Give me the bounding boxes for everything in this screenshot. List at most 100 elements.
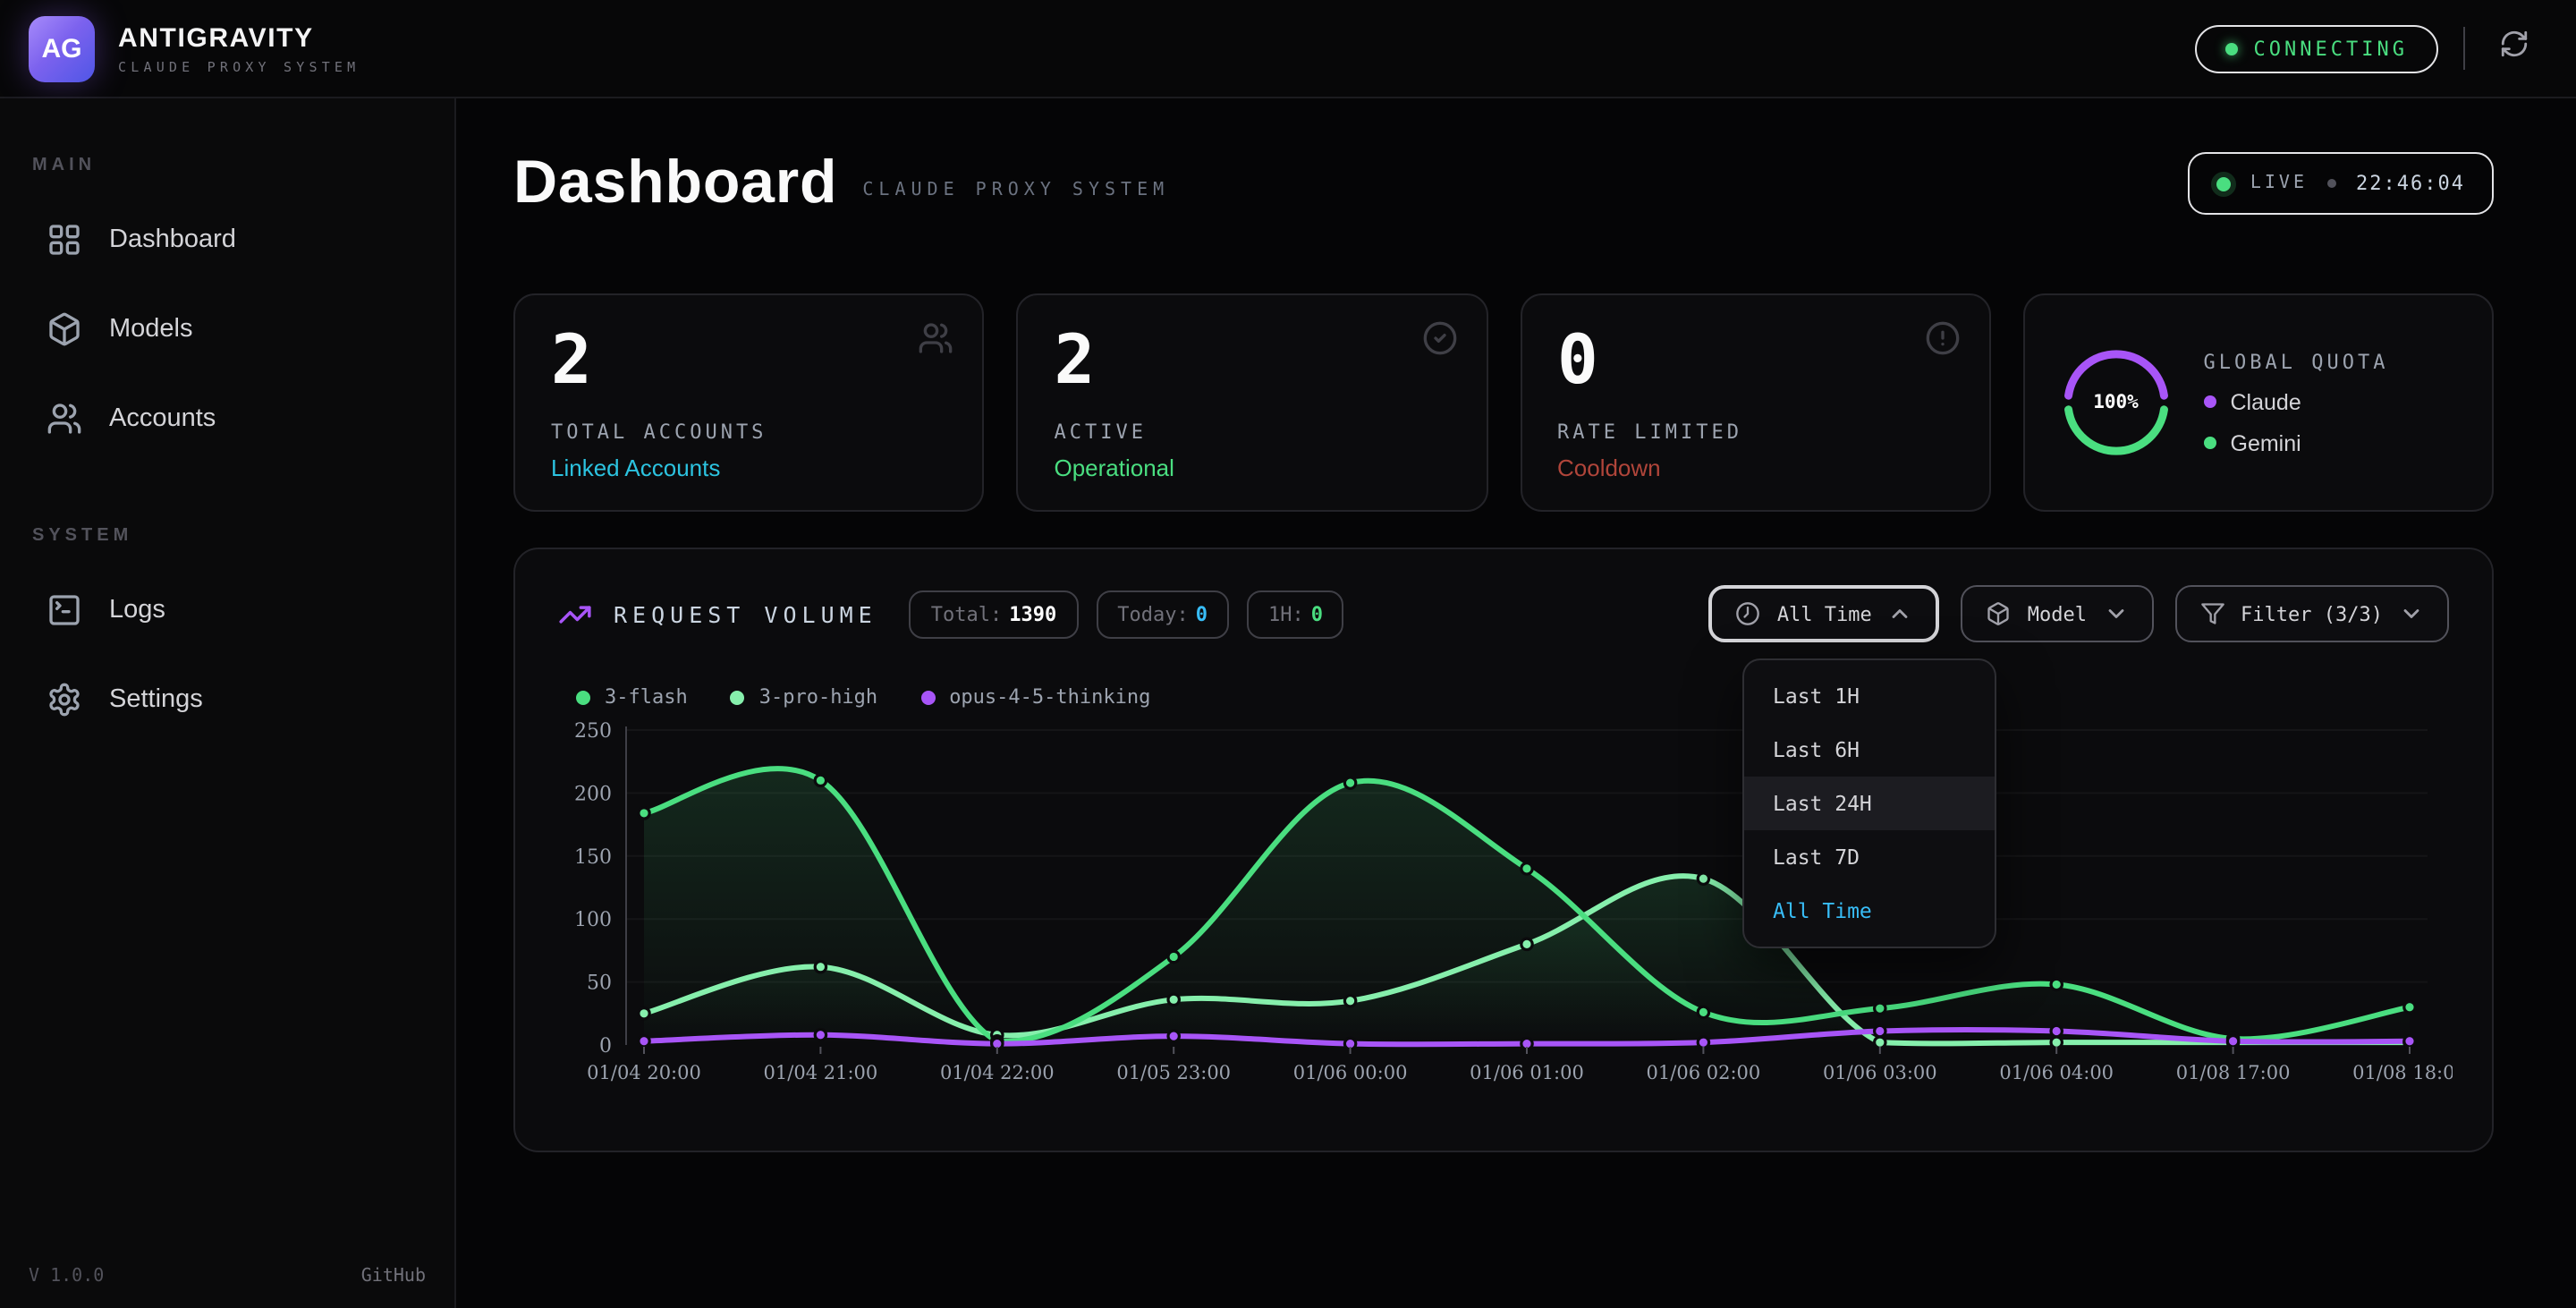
stat-value: 0	[1557, 324, 1953, 399]
model-dropdown-button[interactable]: Model	[1962, 585, 2153, 642]
sidebar-section-system: SYSTEM	[32, 526, 426, 546]
sidebar-item-accounts[interactable]: Accounts	[29, 379, 426, 458]
app-logo: AG	[29, 15, 95, 81]
status-label: CONNECTING	[2254, 37, 2408, 60]
main-content: Dashboard CLAUDE PROXY SYSTEM LIVE 22:46…	[456, 98, 2576, 1308]
top-header: AG ANTIGRAVITY CLAUDE PROXY SYSTEM CONNE…	[0, 0, 2576, 98]
app-subtitle: CLAUDE PROXY SYSTEM	[118, 58, 360, 74]
stat-sub: Operational	[1055, 454, 1451, 481]
request-volume-panel: REQUEST VOLUME Total:1390 Today:0 1H:0	[513, 548, 2494, 1152]
chip-label: Total:	[931, 602, 1003, 625]
gear-icon	[47, 682, 82, 718]
claude-dot	[2204, 395, 2216, 408]
total-chip: Total: 1390	[910, 590, 1079, 638]
chevron-up-icon	[1888, 601, 1913, 626]
series-dot	[731, 690, 745, 704]
quota-percent: 100%	[2061, 347, 2172, 458]
app-root: AG ANTIGRAVITY CLAUDE PROXY SYSTEM CONNE…	[0, 0, 2576, 1308]
sidebar-item-label: Dashboard	[109, 225, 236, 254]
live-separator-dot	[2327, 179, 2336, 188]
series-label: opus-4-5-thinking	[949, 685, 1150, 709]
users-icon	[47, 401, 82, 437]
chip-label: 1H:	[1268, 602, 1304, 625]
svg-text:01/06 01:00: 01/06 01:00	[1470, 1062, 1584, 1083]
chip-value: 1390	[1009, 602, 1056, 625]
clock-icon	[1736, 601, 1761, 626]
time-range-value: All Time	[1777, 602, 1872, 625]
users-icon	[919, 320, 954, 356]
card-total-accounts: 2 TOTAL ACCOUNTS Linked Accounts	[513, 293, 985, 512]
sidebar-item-label: Models	[109, 315, 193, 344]
today-chip: Today: 0	[1096, 590, 1229, 638]
stat-value: 2	[1055, 324, 1451, 399]
app-version: V 1.0.0	[29, 1267, 104, 1287]
refresh-button[interactable]	[2490, 25, 2537, 72]
dropdown-option-last-7d[interactable]: Last 7D	[1744, 830, 1995, 884]
time-range-dropdown-button[interactable]: All Time	[1709, 585, 1940, 642]
filter-value: Filter (3/3)	[2241, 602, 2383, 625]
github-link[interactable]: GitHub	[361, 1267, 426, 1287]
legend-3-flash: 3-flash	[576, 685, 688, 709]
dropdown-option-last-6h[interactable]: Last 6H	[1744, 723, 1995, 777]
svg-text:01/04 20:00: 01/04 20:00	[587, 1062, 701, 1083]
svg-text:50: 50	[587, 973, 612, 995]
alert-circle-icon	[1925, 320, 1961, 356]
svg-text:150: 150	[574, 846, 612, 869]
chart-legend: 3-flash 3-pro-high opus-4-5-thinking	[576, 685, 2449, 709]
chip-label: Today:	[1117, 602, 1189, 625]
series-label: 3-pro-high	[759, 685, 877, 709]
stat-value: 2	[551, 324, 947, 399]
trending-up-icon	[558, 597, 592, 631]
sidebar-item-logs[interactable]: Logs	[29, 571, 426, 650]
live-dot	[2216, 176, 2231, 191]
chevron-down-icon	[2103, 601, 2128, 626]
quota-label: GLOBAL QUOTA	[2204, 350, 2389, 373]
gemini-dot	[2204, 437, 2216, 449]
stat-label: ACTIVE	[1055, 420, 1451, 444]
funnel-icon	[2199, 601, 2224, 626]
request-volume-chart: 05010015020025001/04 20:0001/04 21:0001/…	[558, 716, 2453, 1095]
legend-opus-4-5-thinking: opus-4-5-thinking	[920, 685, 1150, 709]
chip-value: 0	[1196, 602, 1208, 625]
legend-label: Gemini	[2231, 430, 2301, 455]
dropdown-option-last-24h[interactable]: Last 24H	[1744, 777, 1995, 830]
filter-dropdown-button[interactable]: Filter (3/3)	[2174, 585, 2449, 642]
sidebar-item-models[interactable]: Models	[29, 290, 426, 369]
series-label: 3-flash	[605, 685, 688, 709]
cube-icon	[47, 311, 82, 347]
sidebar-item-label: Accounts	[109, 404, 216, 433]
model-value: Model	[2028, 602, 2087, 625]
check-circle-icon	[1421, 320, 1457, 356]
svg-text:01/05 23:00: 01/05 23:00	[1116, 1062, 1231, 1083]
time-range-dropdown-menu: Last 1H Last 6H Last 24H Last 7D All Tim…	[1742, 658, 1996, 948]
hour-chip: 1H:0	[1247, 590, 1344, 638]
live-clock: 22:46:04	[2356, 172, 2465, 195]
svg-text:01/06 03:00: 01/06 03:00	[1823, 1062, 1937, 1083]
sidebar-item-label: Logs	[109, 596, 165, 624]
sidebar-item-settings[interactable]: Settings	[29, 660, 426, 739]
svg-text:0: 0	[599, 1035, 612, 1057]
page-subtitle: CLAUDE PROXY SYSTEM	[862, 181, 1169, 200]
brand-block: ANTIGRAVITY CLAUDE PROXY SYSTEM	[118, 22, 360, 74]
svg-text:01/04 21:00: 01/04 21:00	[764, 1062, 878, 1083]
svg-text:01/06 04:00: 01/06 04:00	[1999, 1062, 2114, 1083]
stat-label: TOTAL ACCOUNTS	[551, 420, 947, 444]
sidebar-section-main: MAIN	[32, 156, 426, 175]
panel-title: REQUEST VOLUME	[614, 600, 877, 627]
card-global-quota: 100% GLOBAL QUOTA Claude Gemini	[2023, 293, 2495, 512]
sidebar-item-dashboard[interactable]: Dashboard	[29, 200, 426, 279]
card-active: 2 ACTIVE Operational	[1017, 293, 1488, 512]
live-badge: LIVE 22:46:04	[2188, 152, 2494, 215]
quota-legend-gemini: Gemini	[2204, 430, 2389, 455]
svg-text:01/06 02:00: 01/06 02:00	[1647, 1062, 1761, 1083]
stat-sub: Cooldown	[1557, 454, 1953, 481]
quota-donut: 100%	[2061, 347, 2172, 458]
connection-status-pill: CONNECTING	[2195, 24, 2438, 72]
svg-text:250: 250	[574, 720, 612, 743]
header-divider	[2463, 27, 2465, 70]
terminal-icon	[47, 592, 82, 628]
dropdown-option-all-time[interactable]: All Time	[1744, 884, 1995, 938]
app-title: ANTIGRAVITY	[118, 22, 360, 53]
dropdown-option-last-1h[interactable]: Last 1H	[1744, 669, 1995, 723]
legend-3-pro-high: 3-pro-high	[731, 685, 877, 709]
